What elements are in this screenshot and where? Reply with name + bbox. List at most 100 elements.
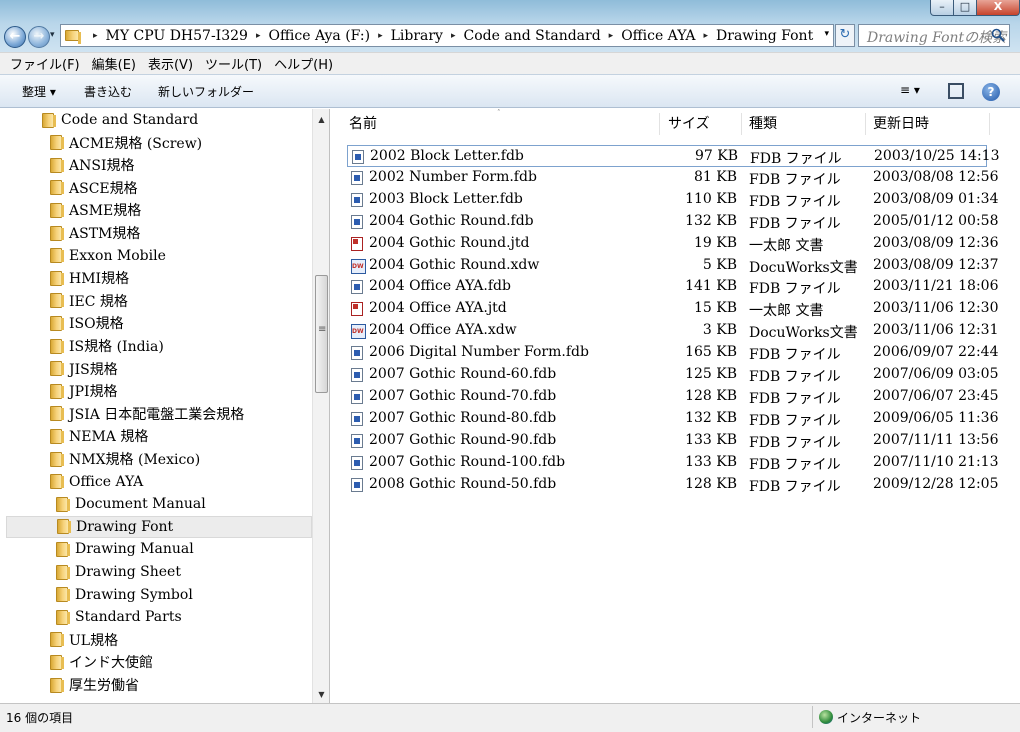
column-divider[interactable]: [741, 113, 742, 135]
breadcrumb-separator-icon[interactable]: ▸: [704, 31, 709, 41]
tree-item[interactable]: JPI規格: [50, 380, 118, 402]
tree-item[interactable]: Exxon Mobile: [50, 245, 166, 267]
burn-button[interactable]: 書き込む: [84, 83, 132, 100]
tree-item[interactable]: Code and Standard: [42, 109, 198, 131]
breadcrumb-separator-icon[interactable]: ▸: [256, 31, 261, 41]
file-name: 2004 Gothic Round.xdw: [369, 256, 540, 273]
tree-scrollbar[interactable]: ▲ ▼: [312, 109, 329, 703]
menu-item[interactable]: ヘルプ(H): [274, 54, 333, 73]
tree-item[interactable]: Drawing Sheet: [56, 561, 181, 583]
preview-pane-icon[interactable]: [948, 83, 964, 99]
refresh-button[interactable]: ↻: [835, 24, 855, 47]
breadcrumb-separator-icon[interactable]: ▸: [378, 31, 383, 41]
views-icon[interactable]: ≡ ▾: [900, 83, 920, 97]
folder-icon: [50, 157, 64, 173]
folder-icon: [56, 541, 70, 557]
breadcrumb-item[interactable]: Code and Standard: [464, 28, 601, 44]
file-name: 2002 Number Form.fdb: [369, 168, 537, 185]
tree-item[interactable]: インド大使館: [50, 651, 153, 673]
tree-item[interactable]: ACME規格 (Screw): [50, 132, 202, 154]
column-header-type[interactable]: 種類: [749, 113, 777, 139]
breadcrumb-item[interactable]: Office AYA: [621, 28, 695, 44]
tree-item[interactable]: JIS規格: [50, 358, 118, 380]
file-row[interactable]: 2008 Gothic Round-50.fdb 128 KB FDB ファイル 20…: [347, 474, 999, 496]
help-icon[interactable]: ?: [982, 83, 1000, 101]
tree-item[interactable]: Standard Parts: [56, 606, 182, 628]
tree-item[interactable]: IS規格 (India): [50, 335, 164, 357]
tree-item[interactable]: Drawing Font: [6, 515, 312, 538]
scrollbar-thumb[interactable]: [315, 275, 328, 393]
breadcrumb-item[interactable]: Library: [391, 28, 443, 44]
tree-item[interactable]: ASTM規格: [50, 222, 140, 244]
file-row[interactable]: 2006 Digital Number Form.fdb 165 KB FDB ファ…: [347, 342, 999, 364]
tree-item[interactable]: NEMA 規格: [50, 425, 148, 447]
file-row[interactable]: 2002 Block Letter.fdb 97 KB FDB ファイル 2003/1…: [347, 145, 1000, 167]
tree-item[interactable]: ASCE規格: [50, 177, 138, 199]
tree-item[interactable]: IEC 規格: [50, 290, 128, 312]
recent-pages-dropdown[interactable]: ▾: [50, 30, 55, 40]
file-row[interactable]: 2007 Gothic Round-60.fdb 125 KB FDB ファイル 20…: [347, 364, 999, 386]
address-dropdown-icon[interactable]: ▾: [824, 29, 829, 39]
breadcrumb-separator-icon[interactable]: ▸: [451, 31, 456, 41]
menu-item[interactable]: 編集(E): [92, 54, 136, 73]
scroll-down-icon[interactable]: ▼: [313, 690, 329, 699]
minimize-button[interactable]: –: [930, 0, 954, 16]
menu-bar: ファイル(F) 編集(E) 表示(V) ツール(T) ヘルプ(H): [0, 52, 1020, 74]
scroll-up-icon[interactable]: ▲: [313, 115, 329, 124]
search-icon[interactable]: [991, 28, 1005, 42]
breadcrumb-item[interactable]: MY CPU DH57-I329: [106, 28, 248, 44]
tree-item[interactable]: HMI規格: [50, 267, 129, 289]
folder-icon: [50, 428, 64, 444]
new-folder-button[interactable]: 新しいフォルダー: [158, 83, 254, 100]
tree-item[interactable]: JSIA 日本配電盤工業会規格: [50, 403, 244, 425]
breadcrumb-separator-icon[interactable]: ▸: [93, 31, 98, 41]
file-row[interactable]: 2004 Office AYA.fdb 141 KB FDB ファイル 2003/11…: [347, 276, 999, 298]
tree-item[interactable]: NMX規格 (Mexico): [50, 448, 200, 470]
file-row[interactable]: 2007 Gothic Round-80.fdb 132 KB FDB ファイル 20…: [347, 408, 999, 430]
menu-item[interactable]: ツール(T): [205, 54, 262, 73]
column-header-size[interactable]: サイズ: [668, 113, 710, 139]
folder-icon: [50, 474, 64, 490]
column-divider[interactable]: [659, 113, 660, 135]
tree-item[interactable]: Document Manual: [56, 493, 206, 515]
file-row[interactable]: 2004 Gothic Round.xdw 5 KB DocuWorks文書 2003…: [347, 255, 999, 277]
menu-item[interactable]: ファイル(F): [10, 54, 80, 73]
tree-item[interactable]: ASME規格: [50, 199, 141, 221]
address-bar[interactable]: ▸ MY CPU DH57-I329 ▸ Office Aya (F:) ▸ Librar…: [60, 24, 834, 47]
file-row[interactable]: 2004 Office AYA.xdw 3 KB DocuWorks文書 2003/1…: [347, 320, 999, 342]
file-row[interactable]: 2003 Block Letter.fdb 110 KB FDB ファイル 2003/…: [347, 189, 999, 211]
file-row[interactable]: 2007 Gothic Round-90.fdb 133 KB FDB ファイル 20…: [347, 430, 999, 452]
forward-button[interactable]: →: [28, 26, 50, 48]
folder-icon: [50, 270, 64, 286]
breadcrumb-item[interactable]: Drawing Font: [716, 28, 813, 44]
back-button[interactable]: ←: [4, 26, 26, 48]
tree-item[interactable]: Drawing Symbol: [56, 584, 193, 606]
breadcrumb-item[interactable]: Office Aya (F:): [268, 28, 370, 44]
tree-item[interactable]: ISO規格: [50, 312, 124, 334]
maximize-button[interactable]: □: [953, 0, 977, 16]
folder-icon: [50, 361, 64, 377]
breadcrumb-separator-icon[interactable]: ▸: [609, 31, 614, 41]
tree-item[interactable]: ANSI規格: [50, 154, 134, 176]
tree-item[interactable]: Office AYA: [50, 471, 143, 493]
menu-item[interactable]: 表示(V): [148, 54, 193, 73]
file-row[interactable]: 2007 Gothic Round-70.fdb 128 KB FDB ファイル 20…: [347, 386, 999, 408]
organize-button[interactable]: 整理 ▾: [22, 83, 56, 100]
file-row[interactable]: 2004 Gothic Round.fdb 132 KB FDB ファイル 2005/…: [347, 211, 999, 233]
tree-item[interactable]: 厚生労働省: [50, 674, 139, 696]
file-row[interactable]: 2004 Gothic Round.jtd 19 KB 一太郎 文書 2003/08/…: [347, 233, 999, 255]
close-button[interactable]: X: [976, 0, 1020, 16]
file-row[interactable]: 2007 Gothic Round-100.fdb 133 KB FDB ファイル 2…: [347, 452, 999, 474]
tree-item-label: インド大使館: [69, 655, 153, 672]
file-row[interactable]: 2004 Office AYA.jtd 15 KB 一太郎 文書 2003/11/06…: [347, 298, 999, 320]
column-divider[interactable]: [865, 113, 866, 135]
column-divider[interactable]: [989, 113, 990, 135]
search-input[interactable]: Drawing Fontの検索: [858, 24, 1010, 47]
column-header-date[interactable]: 更新日時: [873, 113, 929, 139]
tree-item[interactable]: Drawing Manual: [56, 538, 194, 560]
file-row[interactable]: 2002 Number Form.fdb 81 KB FDB ファイル 2003/08…: [347, 167, 999, 189]
column-header-name[interactable]: 名前: [349, 113, 377, 139]
file-size: 132 KB: [685, 212, 737, 229]
file-size: 132 KB: [685, 409, 737, 426]
tree-item[interactable]: UL規格: [50, 629, 118, 651]
